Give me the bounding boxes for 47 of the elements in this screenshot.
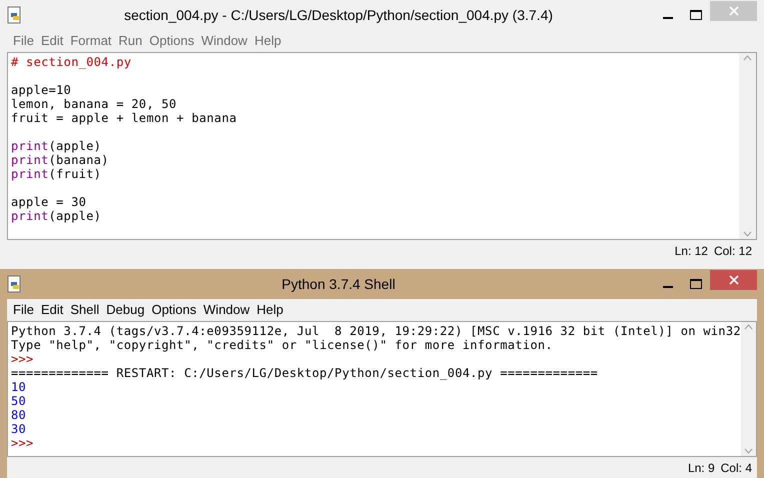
menu-item[interactable]: Options [148, 300, 200, 320]
menu-item[interactable]: Run [116, 31, 146, 51]
code-line: ============= RESTART: C:/Users/LG/Desktop/Python/section_004.py ============= [11, 366, 598, 380]
close-icon [728, 275, 738, 285]
menu-item[interactable]: Help [254, 300, 286, 320]
code-line: fruit = apple + lemon + banana [11, 111, 237, 125]
window-title: Python 3.7.4 Shell [280, 274, 396, 294]
code-line: # section_004.py [11, 55, 132, 69]
scroll-up-icon[interactable] [744, 324, 753, 330]
code-line: 80 [11, 408, 26, 422]
menu-item[interactable]: Edit [38, 31, 66, 51]
menu-item[interactable]: Edit [38, 300, 66, 320]
code-line: 30 [11, 422, 26, 436]
python-file-icon [7, 6, 23, 24]
menu-item[interactable]: Window [198, 31, 250, 51]
code-line: print(apple) [11, 209, 102, 223]
code-line: Type "help", "copyright", "credits" or "license()" for more information. [11, 338, 553, 352]
menu-item[interactable]: File [10, 31, 37, 51]
code-line: print(apple) [11, 139, 102, 153]
code-line: apple = 30 [11, 195, 86, 209]
python-file-icon [7, 275, 23, 293]
close-button[interactable] [710, 270, 757, 290]
code-line: 50 [11, 394, 26, 408]
close-icon [728, 6, 738, 16]
menu-item[interactable]: Debug [103, 300, 148, 320]
status-text: Col: 4 [720, 460, 752, 477]
code-line: >>> [11, 352, 34, 366]
code-line: apple=10 [11, 83, 72, 97]
code-line: lemon, banana = 20, 50 [11, 97, 177, 111]
window-title: section_004.py - C:/Users/LG/Desktop/Python/section_004.py (3.7.4) [123, 6, 554, 25]
code-line: >>> [11, 436, 34, 450]
code-line: print(banana) [11, 153, 109, 167]
menu-item[interactable]: Format [67, 31, 115, 51]
status-text: Ln: 12 [674, 243, 708, 260]
menu-item[interactable]: Help [251, 31, 284, 51]
code-line: Python 3.7.4 (tags/v3.7.4:e09359112e, Jul 8 2019, 19:29:22) [MSC v.1916 32 bit (Intel)] on win32 [11, 324, 741, 338]
menu-item[interactable]: File [10, 300, 37, 320]
menu-item[interactable]: Options [146, 31, 198, 51]
code-line: print(fruit) [11, 167, 102, 181]
scroll-down-icon[interactable] [743, 231, 752, 237]
code-line: 10 [11, 380, 26, 394]
status-text: Col: 12 [714, 243, 752, 260]
menu-item[interactable]: Shell [67, 300, 102, 320]
scroll-down-icon[interactable] [744, 448, 753, 454]
scroll-up-icon[interactable] [743, 55, 752, 61]
menu-item[interactable]: Window [200, 300, 253, 320]
status-text: Ln: 9 [688, 460, 715, 477]
